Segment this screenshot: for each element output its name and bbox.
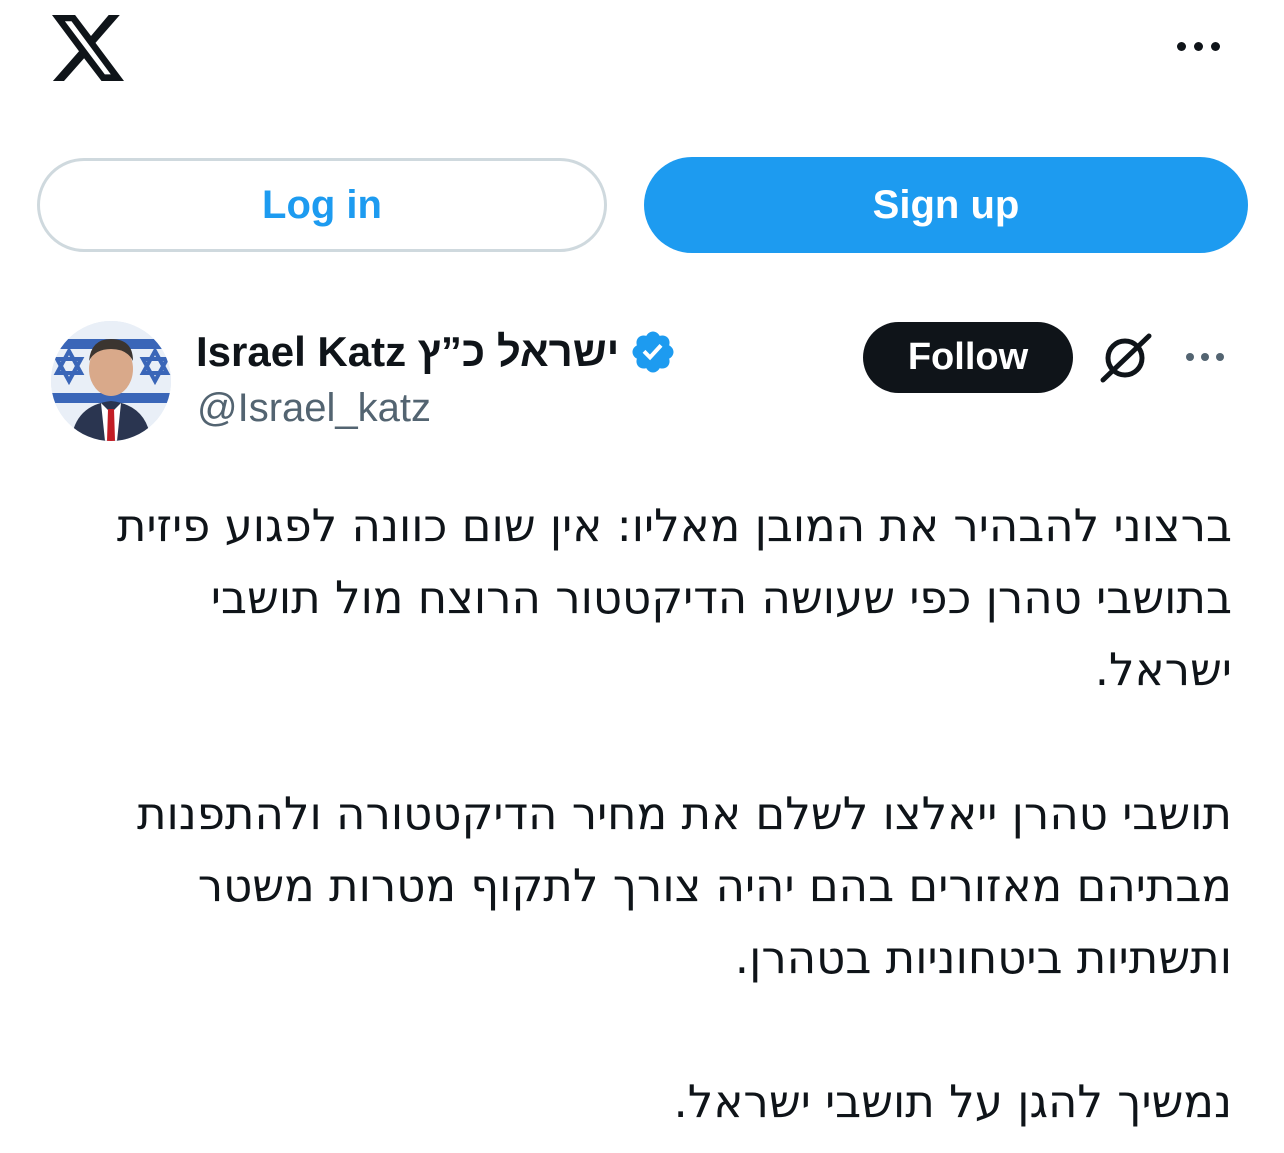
tweet-text: ברצוני להבהיר את המובן מאליו: אין שום כו…	[60, 490, 1232, 1138]
tweet-paragraph: תושבי טהרן ייאלצו לשלם את מחיר הדיקטטורה…	[136, 787, 1232, 984]
tweet-paragraph: ברצוני להבהיר את המובן מאליו: אין שום כו…	[116, 499, 1232, 696]
avatar[interactable]	[51, 321, 171, 441]
tweet-more-options-icon[interactable]	[1180, 342, 1230, 372]
author-name-row[interactable]: Israel Katz ישראל כ”ץ	[196, 323, 677, 381]
dot	[1201, 353, 1209, 361]
author-name[interactable]: Israel Katz ישראל כ”ץ	[196, 328, 619, 376]
dot	[1210, 41, 1220, 51]
signup-button[interactable]: Sign up	[644, 157, 1248, 253]
tweet-paragraph: נמשיך להגן על תושבי ישראל.	[673, 1075, 1232, 1128]
more-options-icon[interactable]	[1170, 30, 1226, 62]
dot	[1176, 41, 1186, 51]
grok-icon[interactable]	[1097, 330, 1153, 386]
author-handle[interactable]: @Israel_katz	[197, 386, 431, 431]
follow-button[interactable]: Follow	[863, 322, 1073, 393]
dot	[1186, 353, 1194, 361]
tweet-page: Log in Sign up Israel Katz ישראל כ”ץ @Is…	[0, 0, 1284, 1153]
login-button[interactable]: Log in	[37, 158, 607, 252]
x-logo-icon[interactable]	[52, 15, 124, 81]
dot	[1193, 41, 1203, 51]
dot	[1216, 353, 1224, 361]
verified-badge-icon	[629, 328, 677, 376]
